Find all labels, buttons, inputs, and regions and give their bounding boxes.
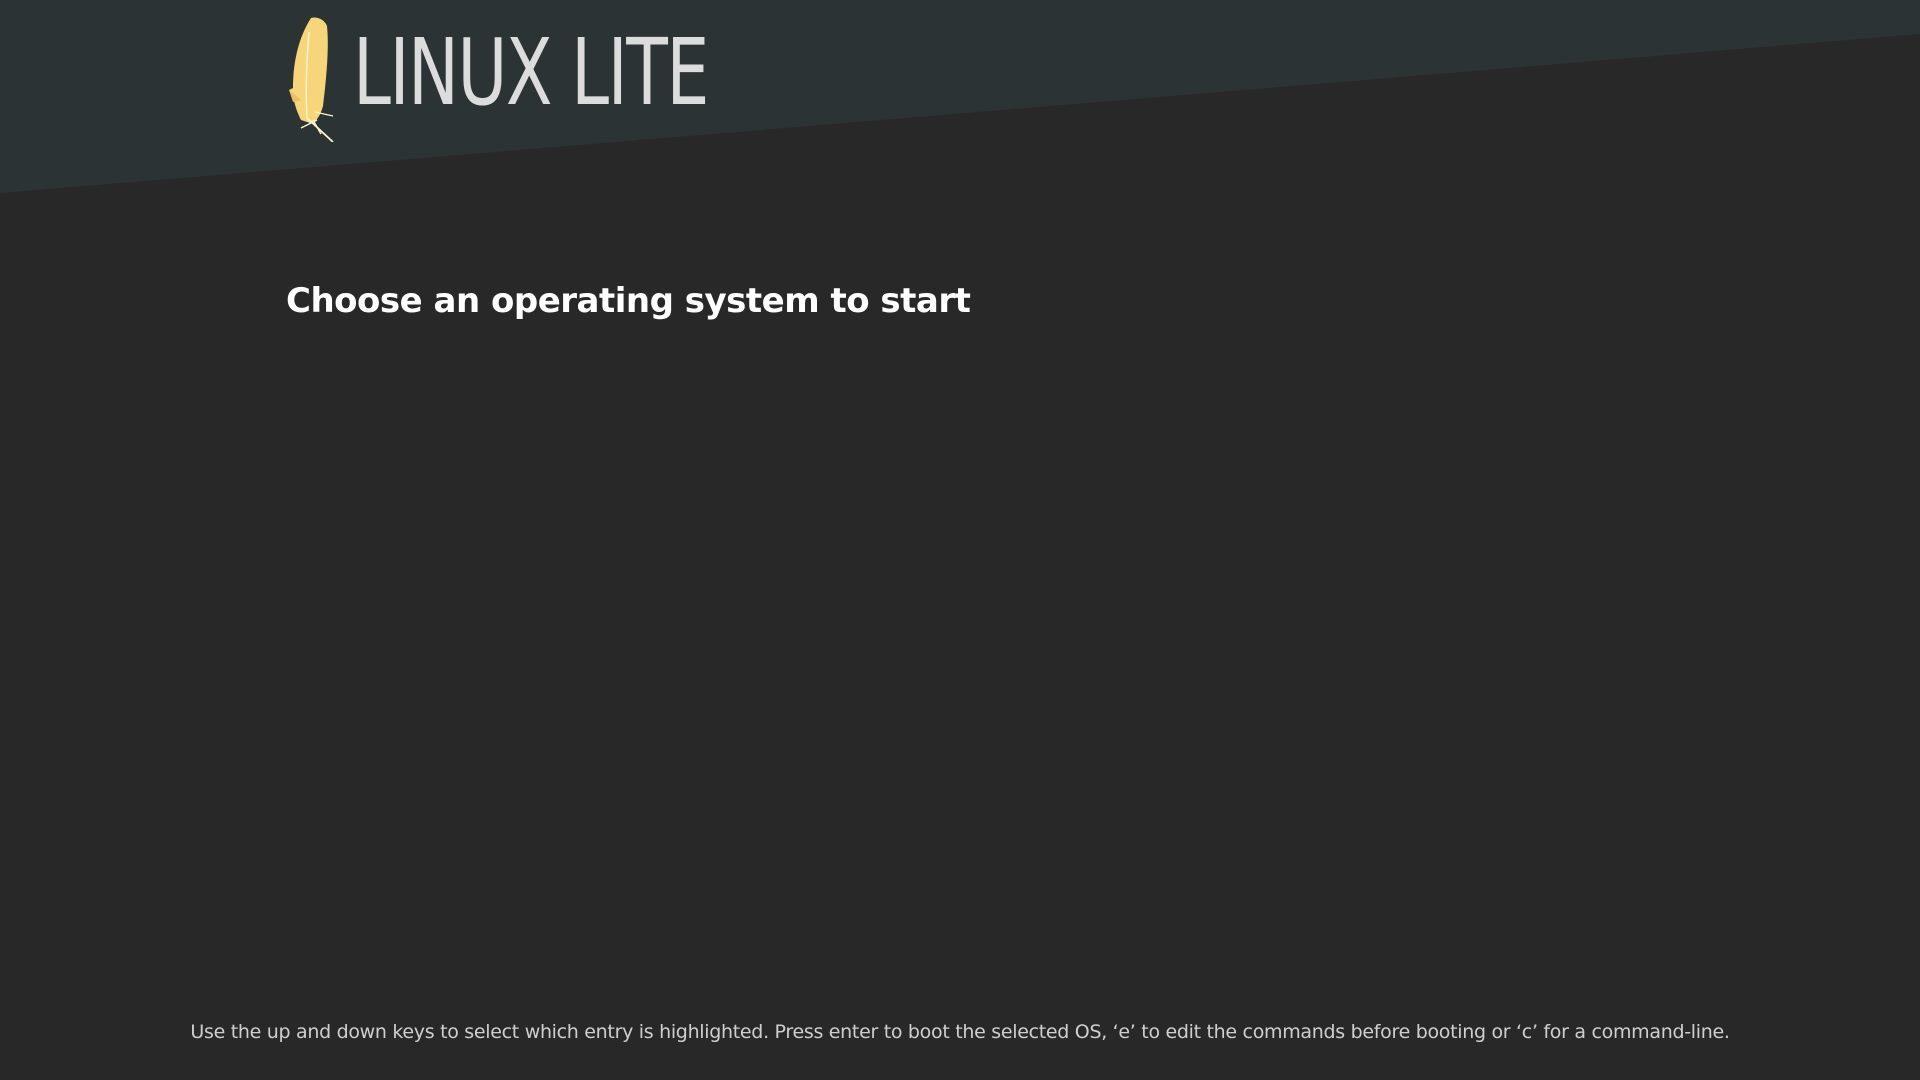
linux-lite-logo: LINUX LITE (287, 16, 833, 142)
boot-menu (286, 360, 1636, 960)
help-text: Use the up and down keys to select which… (190, 1021, 1730, 1043)
feather-icon (289, 17, 334, 142)
brand-name: LINUX LITE (353, 19, 709, 126)
page-title: Choose an operating system to start (286, 281, 971, 321)
